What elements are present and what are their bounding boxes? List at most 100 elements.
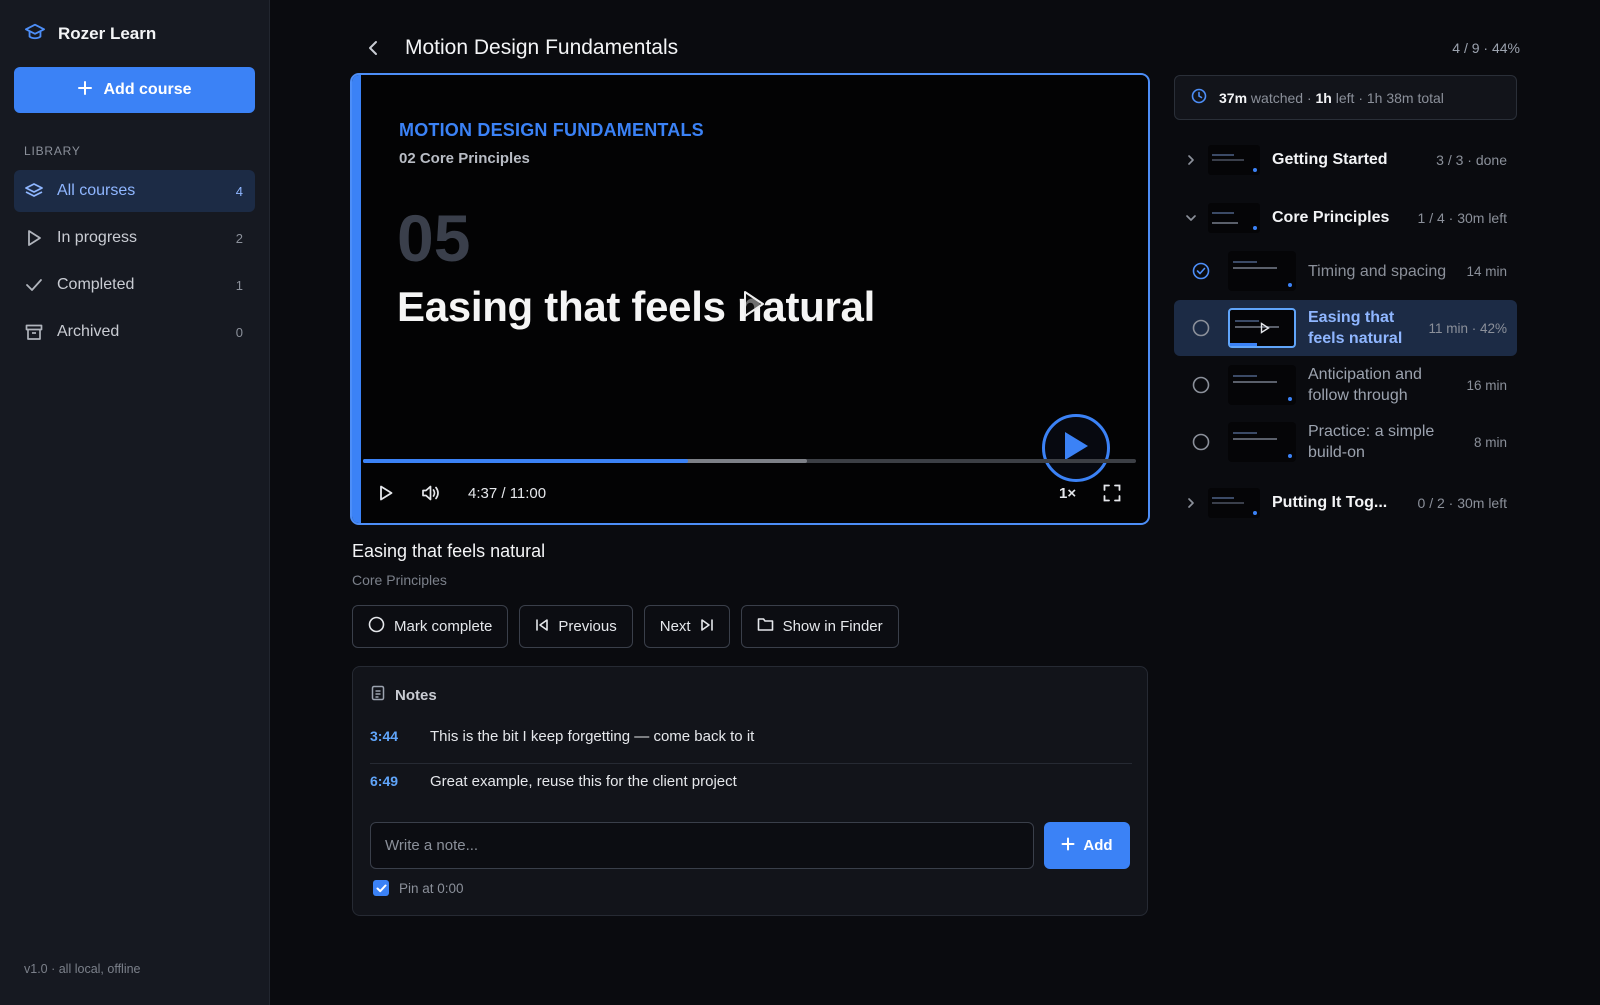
watched-value: 37m [1219, 89, 1248, 106]
course-progress: 4 / 9 · 44% [1452, 40, 1520, 56]
fullscreen-button[interactable] [1100, 483, 1124, 507]
notes-panel: Notes 3:44 This is the bit I keep forget… [352, 666, 1148, 916]
plus-icon [1061, 837, 1075, 855]
play-button[interactable] [374, 483, 398, 507]
back-button[interactable] [362, 38, 384, 62]
section-meta: 1 / 4 · 30m left [1417, 210, 1507, 226]
pin-option: Pin at 0:00 [373, 880, 464, 896]
play-icon [379, 485, 393, 506]
volume-button[interactable] [418, 483, 444, 507]
video-played-bar [363, 459, 688, 463]
section-putting-it-together[interactable]: Putting It Tog... 0 / 2 · 30m left [1174, 483, 1517, 523]
lesson-item[interactable]: Practice: a simple build-on 8 min [1174, 414, 1517, 470]
note-timestamp[interactable]: 6:49 [370, 773, 430, 789]
sidebar-item-count: 4 [235, 183, 243, 199]
lesson-item-title: Timing and spacing [1308, 262, 1447, 280]
note-text: This is the bit I keep forgetting — come… [430, 727, 755, 745]
play-outline-icon [24, 228, 44, 248]
circle-icon[interactable] [1174, 376, 1228, 394]
plus-icon [77, 80, 93, 101]
note-item: 3:44 This is the bit I keep forgetting —… [370, 714, 1132, 758]
section-title: Getting Started [1272, 151, 1388, 168]
sidebar-item-all-courses[interactable]: All courses 4 [14, 170, 255, 212]
lesson-thumbnail [1228, 365, 1296, 405]
add-note-button[interactable]: Add [1044, 822, 1130, 869]
archive-icon [24, 322, 44, 342]
add-course-button[interactable]: Add course [14, 67, 255, 113]
note-input[interactable] [370, 822, 1034, 869]
lesson-item-meta: 16 min [1466, 377, 1507, 393]
watch-stats-text: 37m watched · 1h left · 1h 38m total [1219, 90, 1444, 106]
lesson-item-title: Practice: a simple build-on [1308, 423, 1435, 461]
note-text: Great example, reuse this for the client… [430, 772, 737, 790]
left-label: left · 1h 38m total [1335, 89, 1444, 106]
video-player[interactable]: MOTION DESIGN FUNDAMENTALS 02 Core Princ… [350, 73, 1150, 525]
lesson-item-meta: 8 min [1473, 434, 1507, 450]
note-timestamp[interactable]: 3:44 [370, 728, 430, 744]
lesson-thumbnail [1228, 308, 1296, 348]
chevron-right-icon [1174, 154, 1208, 166]
previous-label: Previous [558, 618, 617, 635]
notes-header: Notes [371, 685, 437, 705]
section-core-principles[interactable]: Core Principles 1 / 4 · 30m left [1174, 198, 1517, 238]
chevron-left-icon [368, 40, 378, 61]
lesson-item-meta: 11 min · 42% [1428, 320, 1507, 336]
lesson-item[interactable]: Timing and spacing 14 min [1174, 243, 1517, 299]
add-note-label: Add [1083, 837, 1113, 854]
lesson-thumbnail [1228, 422, 1296, 462]
section-meta: 0 / 2 · 30m left [1417, 495, 1507, 511]
next-button[interactable]: Next [643, 605, 730, 648]
sidebar-item-label: In progress [57, 229, 138, 246]
watched-label: watched · [1250, 89, 1312, 106]
mark-complete-button[interactable]: Mark complete [352, 605, 509, 648]
section-title: Putting It Tog... [1272, 494, 1388, 511]
sidebar-item-label: Completed [57, 276, 135, 293]
sidebar-item-completed[interactable]: Completed 1 [14, 264, 255, 306]
lesson-title: Easing that feels natural [352, 541, 546, 561]
lesson-actions: Mark complete Previous Next Show in Find… [352, 605, 899, 648]
app-name: Rozer Learn [58, 24, 157, 43]
check-icon [24, 275, 44, 295]
video-accent-bar [352, 75, 361, 523]
circle-icon[interactable] [1174, 433, 1228, 451]
sidebar-item-label: Archived [57, 323, 120, 340]
play-icon [1260, 322, 1270, 334]
folder-icon [757, 617, 774, 636]
add-course-label: Add course [103, 81, 192, 98]
lesson-item-title: Anticipation and follow through [1308, 366, 1422, 404]
chevron-right-icon [1174, 497, 1208, 509]
skip-back-icon [535, 618, 549, 636]
circle-icon [368, 616, 385, 637]
show-in-finder-button[interactable]: Show in Finder [740, 605, 899, 648]
video-lesson-title: Easing that feels natural [397, 283, 875, 330]
section-thumbnail [1208, 145, 1260, 175]
lesson-item[interactable]: Anticipation and follow through 16 min [1174, 357, 1517, 413]
section-title: Core Principles [1272, 209, 1390, 226]
big-play-button[interactable] [1042, 414, 1110, 482]
video-progress-track[interactable] [363, 459, 1136, 463]
left-value: 1h [1315, 89, 1332, 106]
section-getting-started[interactable]: Getting Started 3 / 3 · done [1174, 140, 1517, 180]
sidebar-item-label: All courses [57, 182, 136, 199]
sidebar-item-in-progress[interactable]: In progress 2 [14, 217, 255, 259]
playback-speed-button[interactable]: 1× [1059, 485, 1076, 502]
pin-checkbox[interactable] [373, 880, 389, 896]
sidebar-item-count: 0 [235, 324, 243, 340]
lesson-section: Core Principles [352, 572, 447, 588]
video-lesson-number: 05 [397, 201, 471, 275]
watch-stats: 37m watched · 1h left · 1h 38m total [1174, 75, 1517, 120]
lesson-item-current[interactable]: Easing that feels natural 11 min · 42% [1174, 300, 1517, 356]
volume-icon [421, 484, 441, 507]
chevron-down-icon [1174, 214, 1208, 222]
cursor-play-icon [742, 289, 766, 324]
circle-icon[interactable] [1174, 319, 1228, 337]
previous-button[interactable]: Previous [519, 605, 633, 648]
sidebar: Rozer Learn Add course LIBRARY All cours… [0, 0, 270, 1005]
lesson-item-title: Easing that feels natural [1308, 309, 1403, 347]
show-in-finder-label: Show in Finder [782, 618, 883, 635]
check-circle-icon[interactable] [1174, 262, 1228, 280]
layers-icon [24, 181, 44, 201]
video-section-label: 02 Core Principles [399, 150, 530, 167]
lesson-item-meta: 14 min [1466, 263, 1507, 279]
sidebar-item-archived[interactable]: Archived 0 [14, 311, 255, 353]
